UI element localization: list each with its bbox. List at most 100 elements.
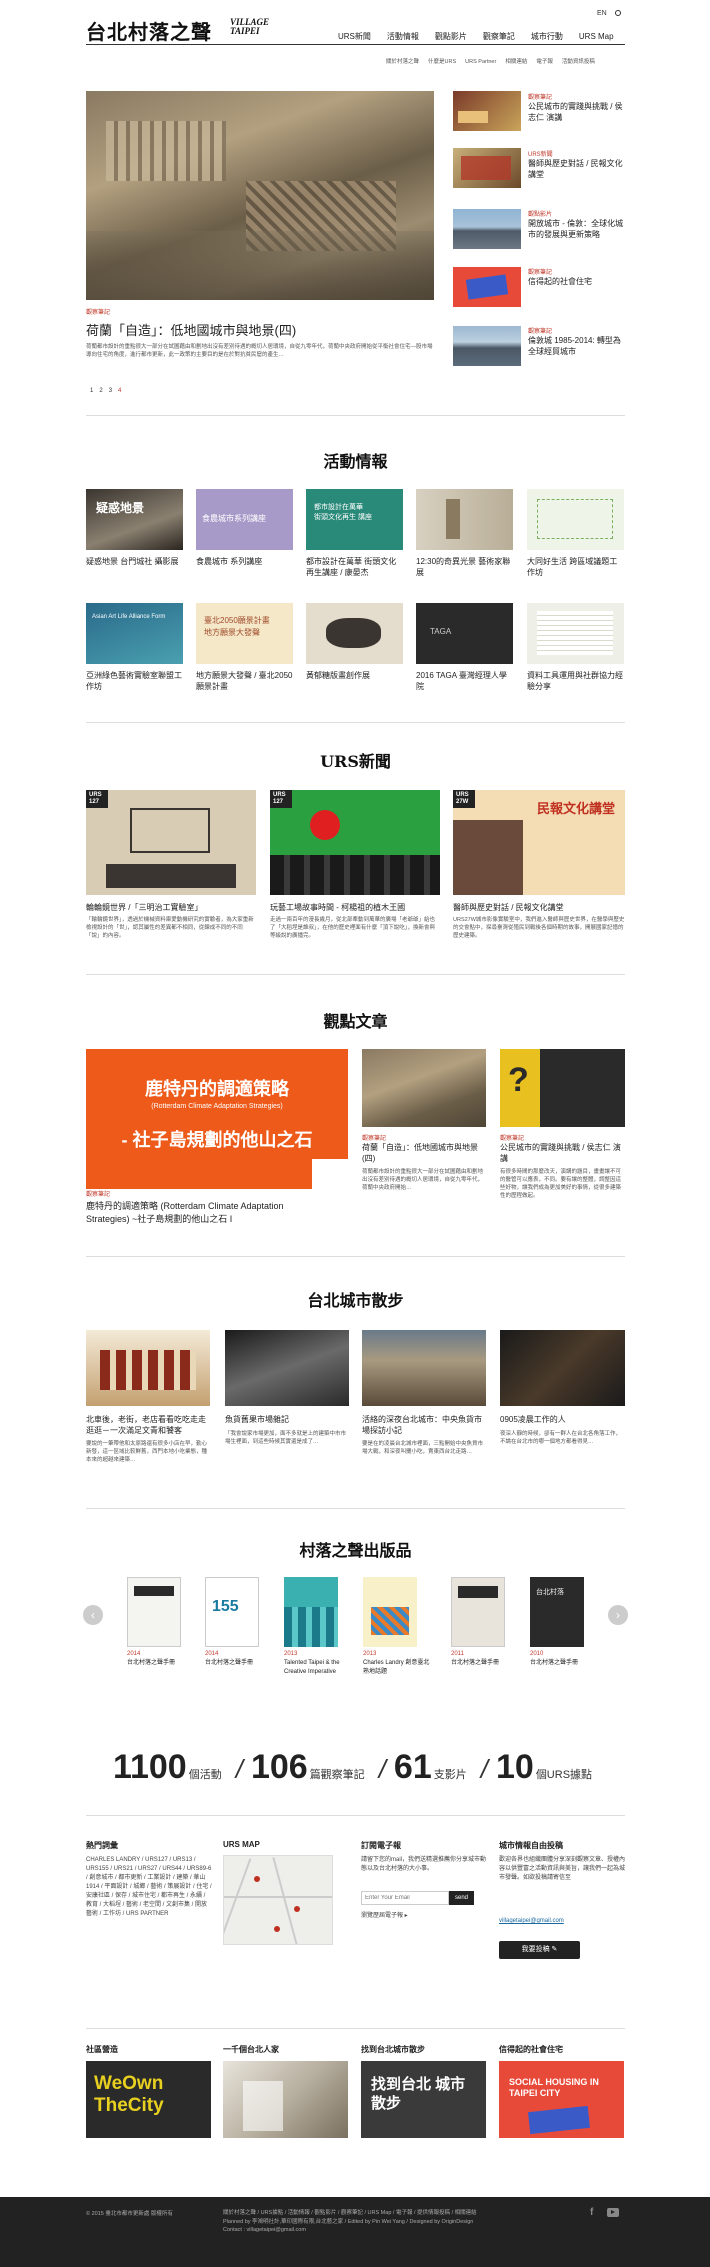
subnav-about[interactable]: 關於村落之聲 (386, 59, 419, 65)
views-cat-1[interactable]: 觀察筆記 (362, 1133, 386, 1142)
urs-thumb-1[interactable]: URS 127 (86, 790, 256, 895)
event-title-4[interactable]: 12:30的奇異光景 藝術家聯展 (416, 556, 513, 578)
pub-title-3[interactable]: Talented Taipei & the Creative Imperativ… (284, 1659, 350, 1677)
youtube-icon[interactable] (607, 2208, 619, 2217)
walk-thumb-2[interactable] (225, 1330, 349, 1406)
views-big-image[interactable]: 鹿特丹的調適策略 (Rotterdam Climate Adaptation S… (86, 1049, 348, 1189)
language-switch[interactable]: EN (597, 9, 621, 17)
partner-banner-3[interactable]: 找到台北 城市散步 (361, 2061, 486, 2138)
nav-notes[interactable]: 觀察筆記 (483, 32, 515, 41)
pub-title-1[interactable]: 台北村落之聲手冊 (127, 1659, 197, 1668)
nav-events[interactable]: 活動情報 (387, 32, 419, 41)
walk-title-3[interactable]: 活絡的深夜台北城市：中央魚貨市場探訪小記 (362, 1414, 486, 1436)
search-icon[interactable] (614, 10, 621, 16)
urs-title-2[interactable]: 玩藝工場故事時間 - 柯楊祖的植木王國 (270, 902, 440, 913)
page-1[interactable]: 1 (90, 388, 93, 394)
urs-map-image[interactable] (223, 1855, 333, 1945)
event-thumb-9[interactable]: TAGA (416, 603, 513, 664)
feature-category[interactable]: 觀察筆記 (86, 307, 110, 316)
pub-cover-4[interactable] (363, 1577, 417, 1647)
side-title-1[interactable]: 公民城市的實踐與挑戰 / 侯志仁 演講 (528, 101, 625, 123)
feature-image[interactable] (86, 91, 434, 300)
event-title-1[interactable]: 疑惑地景 台門城社 攝影展 (86, 556, 183, 567)
subnav-what-urs[interactable]: 什麼是URS (428, 59, 456, 65)
pub-title-6[interactable]: 台北村落之聲手冊 (530, 1659, 600, 1668)
event-thumb-1[interactable]: 疑惑地景 (86, 489, 183, 550)
walk-title-2[interactable]: 魚貨舊果市場雜記 (225, 1414, 349, 1425)
event-thumb-4[interactable] (416, 489, 513, 550)
urs-title-3[interactable]: 醫師與歷史對話 / 民報文化講堂 (453, 902, 625, 913)
walk-thumb-4[interactable] (500, 1330, 625, 1406)
partner-banner-2[interactable] (223, 2061, 348, 2138)
subnav-newsletter[interactable]: 電子報 (536, 59, 553, 65)
side-thumb-5[interactable] (453, 326, 521, 366)
event-thumb-6[interactable]: Asian Art Life Alliance Form (86, 603, 183, 664)
subnav-submit[interactable]: 活動資訊投稿 (562, 59, 595, 65)
walk-thumb-1[interactable] (86, 1330, 210, 1406)
pub-cover-5[interactable] (451, 1577, 505, 1647)
lang-label[interactable]: EN (597, 10, 607, 17)
page-3[interactable]: 3 (109, 388, 112, 394)
side-title-3[interactable]: 開放城市 - 倫敦：全球化城市的發展與更新策略 (528, 218, 625, 240)
side-cat-4[interactable]: 觀察筆記 (528, 267, 552, 276)
event-thumb-5[interactable] (527, 489, 624, 550)
pub-title-2[interactable]: 台北村落之聲手冊 (205, 1659, 275, 1668)
side-cat-2[interactable]: URS新聞 (528, 149, 553, 158)
subnav-partner[interactable]: URS Partner (465, 59, 496, 65)
event-title-3[interactable]: 都市設計在萬華 街頭文化再生講座 / 康晏杰 (306, 556, 403, 578)
side-thumb-4[interactable] (453, 267, 521, 307)
event-title-7[interactable]: 地方願景大發聲 / 臺北2050願景計畫 (196, 670, 293, 692)
views-thumb-1[interactable] (362, 1049, 486, 1127)
pub-cover-3[interactable] (284, 1577, 338, 1647)
newsletter-archive-link[interactable]: 瀏覽歷屆電子報 ▸ (361, 1912, 408, 1921)
pub-title-4[interactable]: Charles Landry 創意臺北 熟地話題 (363, 1659, 433, 1677)
urs-thumb-2[interactable]: URS 127 (270, 790, 440, 895)
footer-contact[interactable]: Contact : villagetaipei@gmail.com (223, 2227, 306, 2233)
event-thumb-8[interactable] (306, 603, 403, 664)
carousel-prev-icon[interactable]: ‹ (83, 1605, 103, 1625)
footer-links[interactable]: 關於村落之聲 / URS據點 / 活動情報 / 觀點影片 / 觀察筆記 / UR… (223, 2209, 523, 2218)
subnav-links[interactable]: 相關連結 (505, 59, 527, 65)
site-logo[interactable]: 台北村落之聲 VILLAGE TAIPEI (86, 16, 269, 45)
side-cat-3[interactable]: 觀點影片 (528, 209, 552, 218)
side-title-4[interactable]: 信得起的社會住宅 (528, 276, 625, 287)
carousel-next-icon[interactable]: › (608, 1605, 628, 1625)
side-thumb-1[interactable] (453, 91, 521, 131)
submit-button[interactable]: 我要投稿 ✎ (499, 1941, 580, 1959)
urs-thumb-3[interactable]: URS 27W 民報文化講堂 (453, 790, 625, 895)
side-thumb-3[interactable] (453, 209, 521, 249)
side-title-2[interactable]: 醫師與歷史對話 / 民報文化講堂 (528, 158, 625, 180)
event-thumb-7[interactable]: 臺北2050願景計畫 地方願景大發聲 (196, 603, 293, 664)
event-thumb-2[interactable]: 食農城市系列講座 (196, 489, 293, 550)
walk-title-1[interactable]: 北車後，老街，老店看看吃吃走走逛逛－一次滿足文青和饕客 (86, 1414, 210, 1436)
nav-urs-news[interactable]: URS新聞 (338, 32, 371, 41)
pub-cover-1[interactable] (127, 1577, 181, 1647)
event-title-6[interactable]: 亞洲綠色藝術實驗室聯盟工作坊 (86, 670, 183, 692)
event-thumb-10[interactable] (527, 603, 624, 664)
side-cat-1[interactable]: 觀察筆記 (528, 92, 552, 101)
event-title-2[interactable]: 食農城市 系列講座 (196, 556, 293, 567)
walk-title-4[interactable]: 0905凌晨工作的人 (500, 1414, 625, 1425)
partner-banner-1[interactable]: WeOwn TheCity (86, 2061, 211, 2138)
event-title-9[interactable]: 2016 TAGA 臺灣經理人學院 (416, 670, 513, 692)
event-title-5[interactable]: 大同好生活 跨區域議題工作坊 (527, 556, 624, 578)
walk-thumb-3[interactable] (362, 1330, 486, 1406)
page-2[interactable]: 2 (99, 388, 102, 394)
side-title-5[interactable]: 倫敦城 1985-2014: 轉型為全球經貿城市 (528, 335, 625, 357)
facebook-icon[interactable]: f (590, 2207, 593, 2218)
nav-videos[interactable]: 觀點影片 (435, 32, 467, 41)
views-cat-2[interactable]: 觀察筆記 (500, 1133, 524, 1142)
views-big-cat[interactable]: 觀察筆記 (86, 1189, 110, 1198)
views-title-2[interactable]: 公民城市的實踐與挑戰 / 侯志仁 演講 (500, 1142, 625, 1164)
partner-banner-4[interactable]: SOCIAL HOUSING IN TAIPEI CITY (499, 2061, 624, 2138)
submit-email-link[interactable]: villagetaipei@gmail.com (499, 1918, 564, 1924)
newsletter-email-input[interactable] (361, 1891, 449, 1905)
event-thumb-3[interactable]: 都市設計在萬華 街頭文化再生 講座 (306, 489, 403, 550)
pub-cover-2[interactable]: 155 (205, 1577, 259, 1647)
event-title-8[interactable]: 黃郁糖版畫創作展 (306, 670, 403, 681)
views-big-title[interactable]: 鹿特丹的調適策略 (Rotterdam Climate Adaptation S… (86, 1200, 286, 1226)
page-4[interactable]: 4 (118, 388, 121, 394)
nav-actions[interactable]: 城市行動 (531, 32, 563, 41)
views-title-1[interactable]: 荷蘭「自造」：低地國城市與地景(四) (362, 1142, 486, 1164)
newsletter-send-button[interactable]: send (449, 1891, 474, 1905)
